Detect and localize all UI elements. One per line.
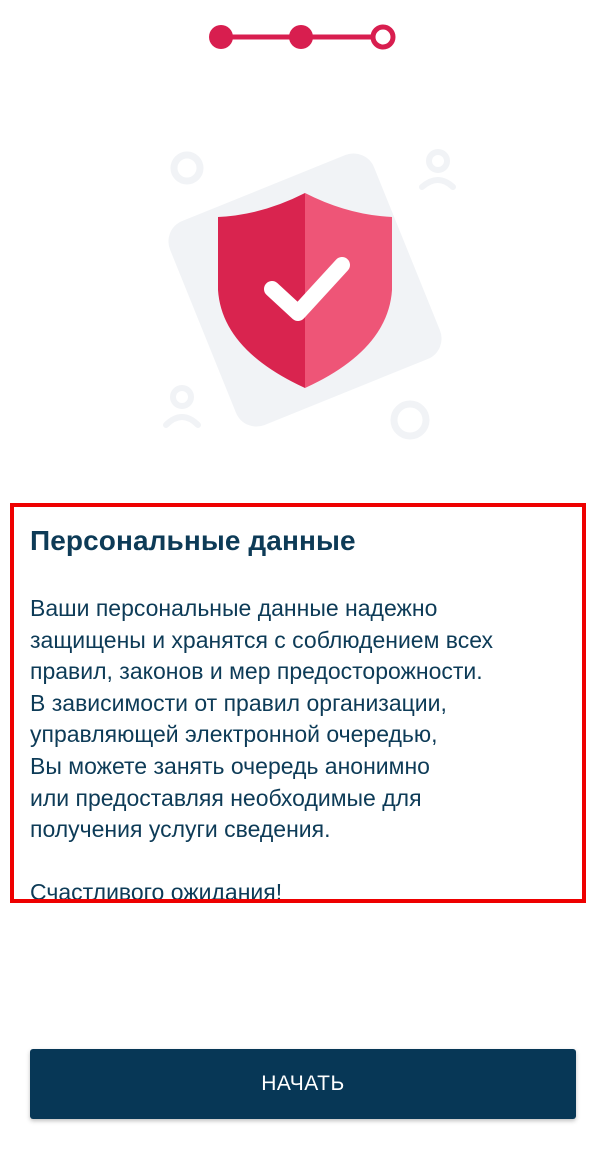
shield-check-icon	[163, 149, 456, 440]
info-line: В зависимости от правил организации,	[30, 689, 447, 716]
decor-person-icon	[419, 149, 456, 190]
onboarding-screen: Персональные данные Ваши персональные да…	[0, 0, 606, 1149]
info-line: получения услуги сведения.	[30, 816, 331, 843]
step-indicator-graphic	[209, 24, 396, 50]
info-line: Вы можете занять очередь анонимно	[30, 752, 430, 779]
step-dot-3-current	[370, 24, 396, 50]
info-line: Ваши персональные данные надежно	[30, 595, 438, 621]
step-indicator	[0, 0, 606, 70]
decor-ring-icon	[390, 400, 430, 440]
info-line: правил, законов и мер предосторожности.	[30, 658, 483, 685]
info-line: управляющей электронной очередью,	[30, 721, 438, 748]
personal-data-info: Персональные данные Ваши персональные да…	[10, 503, 586, 903]
shield-illustration	[150, 135, 460, 445]
info-line: или предоставляя необходимые для	[30, 784, 422, 811]
step-dot-2	[289, 25, 313, 49]
info-title: Персональные данные	[30, 525, 356, 556]
info-line: защищены и хранятся с соблюдением всех	[30, 626, 494, 653]
decor-ring-icon	[170, 151, 204, 185]
step-dot-1	[209, 25, 233, 49]
info-closing: Счастливого ожидания!	[30, 879, 283, 903]
decor-person-icon	[163, 385, 201, 428]
start-button[interactable]: НАЧАТЬ	[30, 1049, 576, 1119]
info-description: Ваши персональные данные надежно защищен…	[30, 593, 582, 903]
